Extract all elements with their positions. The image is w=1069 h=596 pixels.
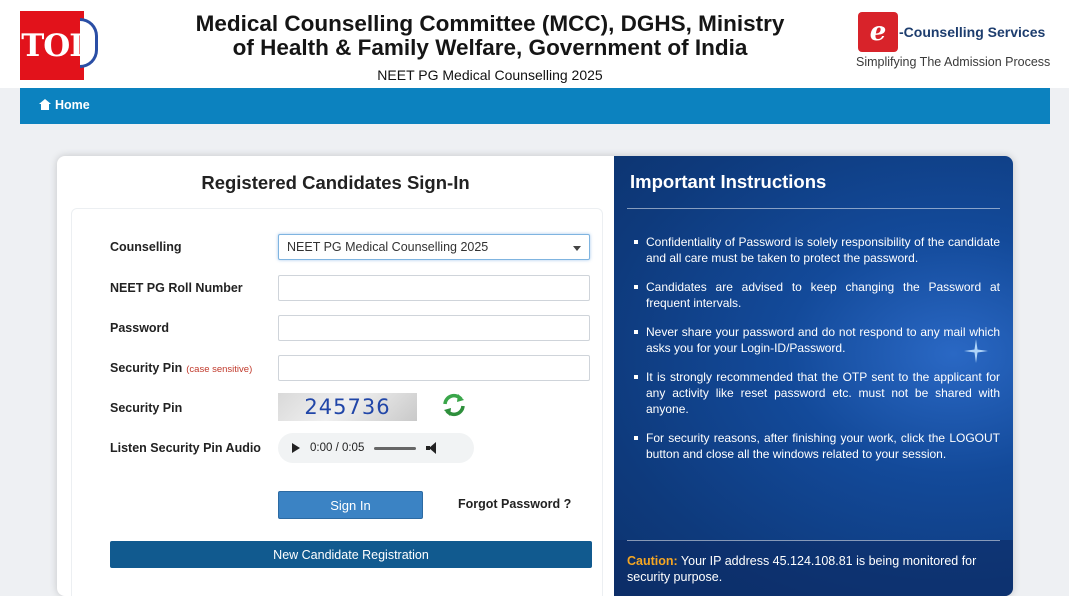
nav-home-label: Home xyxy=(55,98,90,112)
signin-form: Counselling NEET PG Medical Counselling … xyxy=(71,208,603,596)
instruction-item: For security reasons, after finishing yo… xyxy=(632,430,1000,462)
roll-number-input[interactable] xyxy=(278,275,590,301)
volume-icon[interactable] xyxy=(426,442,440,454)
signin-title: Registered Candidates Sign-In xyxy=(201,172,470,193)
instructions-title: Important Instructions xyxy=(630,171,827,192)
audio-seek-bar[interactable] xyxy=(374,446,417,450)
instruction-item: It is strongly recommended that the OTP … xyxy=(632,369,1000,417)
password-input[interactable] xyxy=(278,315,590,341)
refresh-captcha-icon[interactable] xyxy=(441,392,467,418)
sparkle-icon xyxy=(964,339,988,363)
page-title: Medical Counselling Committee (MCC), DGH… xyxy=(160,12,820,60)
new-candidate-registration-button[interactable]: New Candidate Registration xyxy=(110,541,592,568)
caution-label: Caution: xyxy=(627,554,678,568)
toi-watermark: TOI xyxy=(20,11,84,80)
e-counselling-tagline: Simplifying The Admission Process xyxy=(856,55,1051,69)
instructions-panel: Important Instructions Confidentiality o… xyxy=(614,156,1013,596)
audio-label: Listen Security Pin Audio xyxy=(110,441,261,455)
site-header: TOI Medical Counselling Committee (MCC),… xyxy=(0,0,1069,88)
instructions-divider xyxy=(627,208,1000,209)
chevron-down-icon xyxy=(573,246,581,251)
instructions-list: Confidentiality of Password is solely re… xyxy=(632,234,1000,475)
government-emblem-icon xyxy=(80,18,98,68)
e-counselling-logo-icon: e xyxy=(858,12,898,52)
counselling-select[interactable]: NEET PG Medical Counselling 2025 xyxy=(278,234,590,260)
security-pin-label: Security Pin xyxy=(110,401,183,415)
security-pin-input-label: Security Pin (case sensitive) xyxy=(110,361,252,375)
case-sensitive-hint: (case sensitive) xyxy=(186,364,253,375)
sign-in-button[interactable]: Sign In xyxy=(278,491,423,519)
signin-card: Registered Candidates Sign-In Counsellin… xyxy=(57,156,1013,596)
home-icon xyxy=(39,99,51,110)
signin-panel: Registered Candidates Sign-In Counsellin… xyxy=(57,156,614,596)
instruction-item: Candidates are advised to keep changing … xyxy=(632,279,1000,311)
counselling-label: Counselling xyxy=(110,240,182,254)
nav-bar: Home xyxy=(20,88,1050,124)
play-icon[interactable] xyxy=(292,443,300,453)
security-pin-input-label-text: Security Pin xyxy=(110,361,183,375)
page-subtitle: NEET PG Medical Counselling 2025 xyxy=(377,67,603,83)
roll-number-label: NEET PG Roll Number xyxy=(110,281,243,295)
security-pin-audio-player: 0:00 / 0:05 xyxy=(278,433,474,463)
instruction-item: Confidentiality of Password is solely re… xyxy=(632,234,1000,266)
nav-home-link[interactable]: Home xyxy=(39,98,90,112)
audio-time: 0:00 / 0:05 xyxy=(310,442,365,454)
instruction-item: Never share your password and do not res… xyxy=(632,324,1000,356)
title-line-2: of Health & Family Welfare, Government o… xyxy=(232,35,748,60)
caution-notice: Caution: Your IP address 45.124.108.81 i… xyxy=(627,553,1007,585)
caution-divider xyxy=(627,540,1000,541)
captcha-image: 245736 xyxy=(278,393,417,421)
e-counselling-name: -Counselling Services xyxy=(899,24,1046,40)
password-label: Password xyxy=(110,321,170,335)
title-line-1: Medical Counselling Committee (MCC), DGH… xyxy=(195,11,785,36)
counselling-select-value: NEET PG Medical Counselling 2025 xyxy=(287,240,489,254)
forgot-password-link[interactable]: Forgot Password ? xyxy=(458,497,571,511)
security-pin-input[interactable] xyxy=(278,355,590,381)
